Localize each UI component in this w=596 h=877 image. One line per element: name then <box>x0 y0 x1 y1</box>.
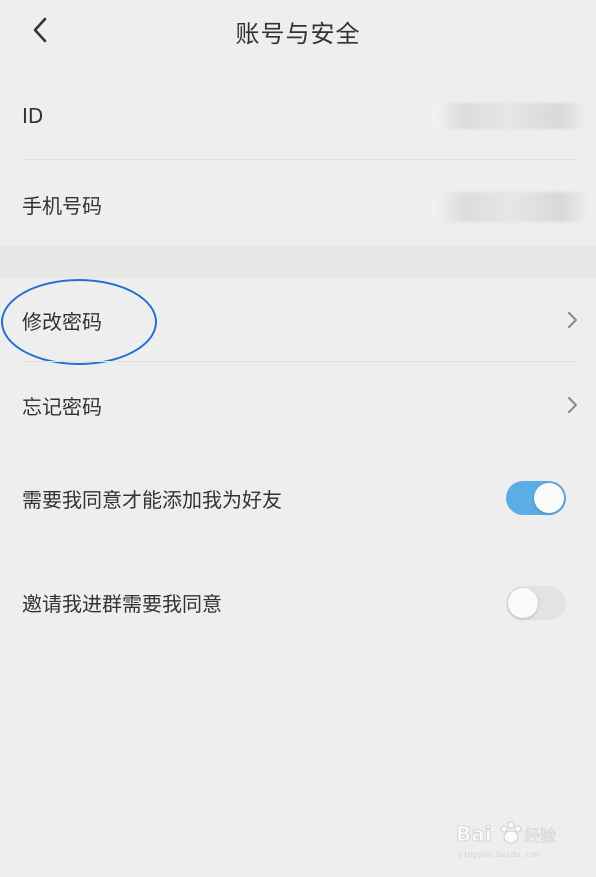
toggle-knob <box>508 588 538 618</box>
row-forgot-password[interactable]: 忘记密码 <box>0 375 596 439</box>
require-group-consent-label: 邀请我进群需要我同意 <box>22 592 222 616</box>
group-consent-toggle[interactable] <box>506 586 566 620</box>
require-friend-consent-label: 需要我同意才能添加我为好友 <box>22 488 282 512</box>
section-gap <box>0 246 596 278</box>
header-bar: 账号与安全 <box>0 0 596 64</box>
svg-text:jingyan.baidu.com: jingyan.baidu.com <box>458 850 540 859</box>
chevron-right-icon <box>568 397 577 413</box>
row-change-password[interactable]: 修改密码 <box>0 290 596 354</box>
svg-text:经验: 经验 <box>524 826 556 845</box>
toggle-knob <box>534 483 564 513</box>
id-label: ID <box>22 104 44 128</box>
masked-phone-value <box>432 192 592 222</box>
divider <box>22 361 576 362</box>
baidu-jingyan-watermark-icon: Bai 经验 jingyan.baidu.com <box>456 821 556 859</box>
divider <box>22 159 576 160</box>
chevron-right-icon <box>568 312 577 328</box>
page-title: 账号与安全 <box>235 20 361 48</box>
phone-label: 手机号码 <box>22 194 102 218</box>
forgot-password-label: 忘记密码 <box>22 395 102 419</box>
change-password-label: 修改密码 <box>22 310 102 334</box>
svg-text:Bai: Bai <box>456 822 492 846</box>
friend-consent-toggle[interactable] <box>506 481 566 515</box>
masked-id-value <box>432 103 590 129</box>
